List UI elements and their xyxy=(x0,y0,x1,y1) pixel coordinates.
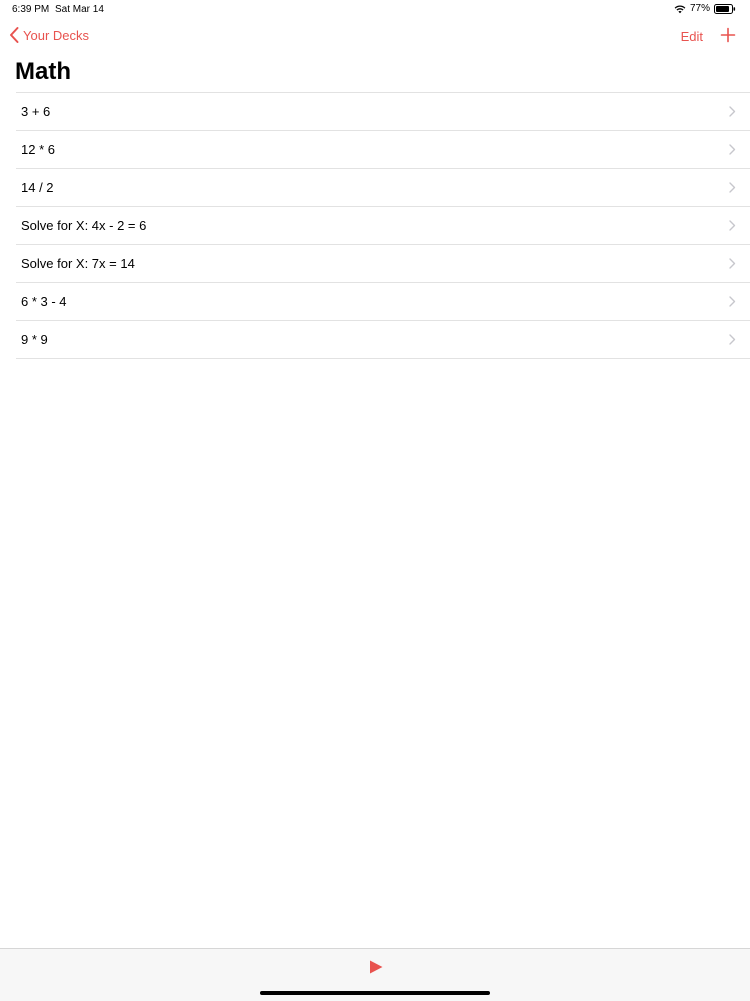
card-row[interactable]: 6 * 3 - 4 xyxy=(16,283,750,321)
card-row[interactable]: Solve for X: 7x = 14 xyxy=(16,245,750,283)
card-label: 14 / 2 xyxy=(21,180,54,195)
chevron-right-icon xyxy=(729,220,736,231)
chevron-left-icon xyxy=(10,27,19,43)
card-label: Solve for X: 4x - 2 = 6 xyxy=(21,218,147,233)
chevron-right-icon xyxy=(729,106,736,117)
card-row[interactable]: Solve for X: 4x - 2 = 6 xyxy=(16,207,750,245)
card-row[interactable]: 12 * 6 xyxy=(16,131,750,169)
back-button-label: Your Decks xyxy=(23,27,89,43)
back-button[interactable]: Your Decks xyxy=(8,26,89,44)
card-row[interactable]: 9 * 9 xyxy=(16,321,750,359)
wifi-icon xyxy=(674,5,686,13)
card-row[interactable]: 3 + 6 xyxy=(16,93,750,131)
bottom-toolbar xyxy=(0,948,750,1001)
card-label: Solve for X: 7x = 14 xyxy=(21,256,135,271)
navigation-bar: Your Decks Edit xyxy=(0,24,750,50)
page-title: Math xyxy=(15,58,71,85)
card-row[interactable]: 14 / 2 xyxy=(16,169,750,207)
home-indicator xyxy=(260,991,490,995)
chevron-right-icon xyxy=(729,258,736,269)
status-bar: 6:39 PM Sat Mar 14 77% xyxy=(0,0,750,18)
card-label: 9 * 9 xyxy=(21,332,48,347)
chevron-right-icon xyxy=(729,182,736,193)
status-indicators: 77% xyxy=(674,3,736,14)
chevron-right-icon xyxy=(729,144,736,155)
chevron-right-icon xyxy=(729,334,736,345)
card-label: 3 + 6 xyxy=(21,104,51,119)
battery-percent: 77% xyxy=(689,3,710,14)
edit-button[interactable]: Edit xyxy=(681,29,703,44)
status-date: Sat Mar 14 xyxy=(55,4,104,15)
chevron-right-icon xyxy=(729,296,736,307)
card-label: 12 * 6 xyxy=(21,142,55,157)
plus-icon[interactable] xyxy=(720,27,736,43)
card-label: 6 * 3 - 4 xyxy=(21,294,67,309)
status-time: 6:39 PM xyxy=(12,4,50,15)
card-list: 3 + 6 12 * 6 14 / 2 Solve for X: 4x - 2 … xyxy=(16,92,750,359)
play-icon[interactable] xyxy=(368,959,384,975)
battery-icon xyxy=(714,3,736,14)
